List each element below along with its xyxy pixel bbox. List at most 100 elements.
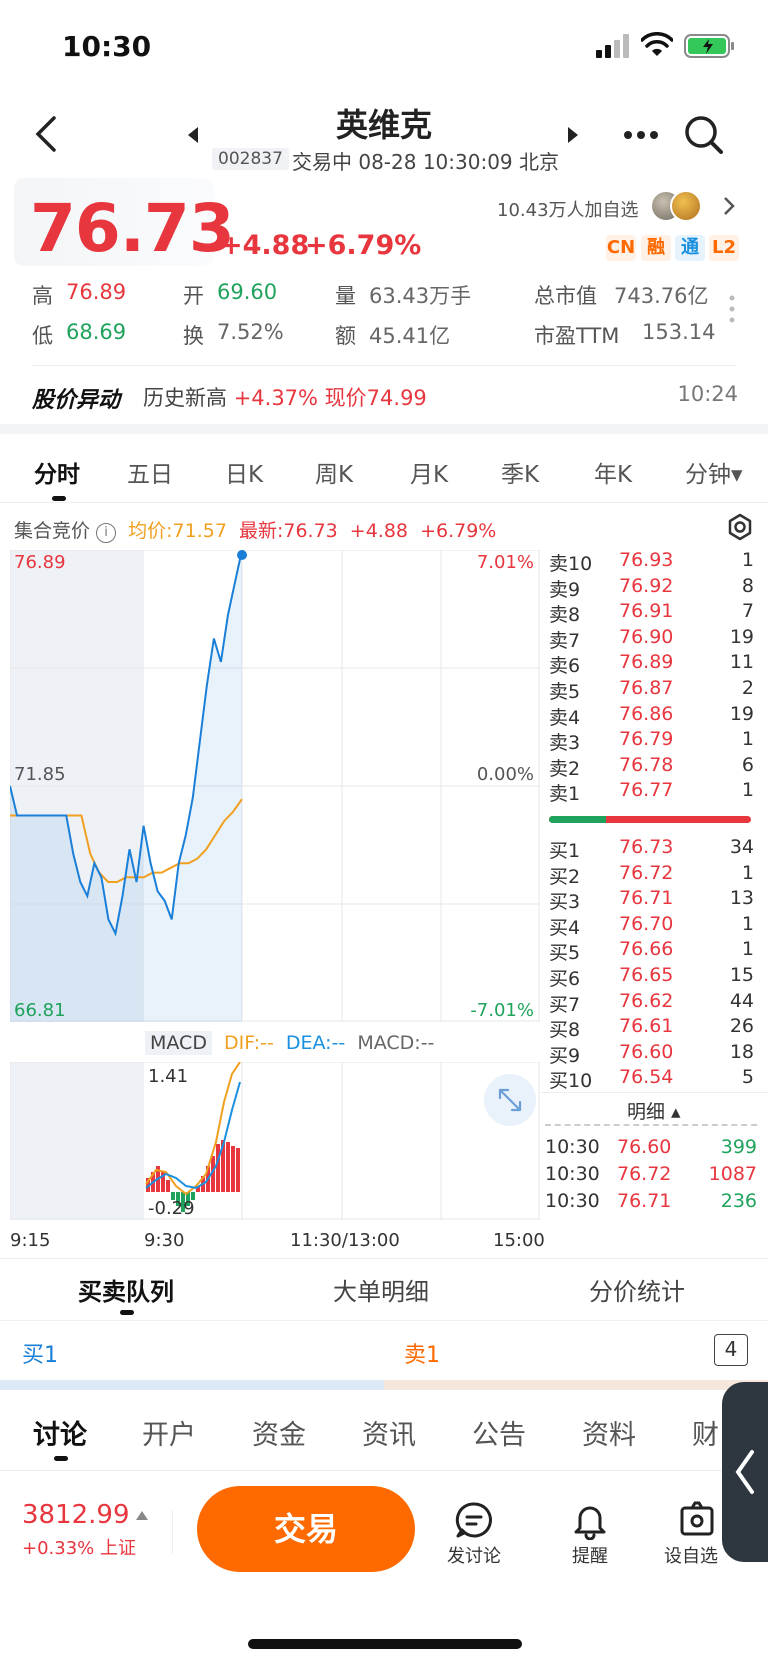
ob-volume: 2: [741, 677, 754, 699]
bid-row[interactable]: 买2 76.72 1: [549, 862, 754, 888]
tab-intraday[interactable]: 分时: [34, 455, 80, 489]
chevron-right-icon[interactable]: [722, 196, 736, 216]
settings-icon[interactable]: [726, 513, 754, 541]
tab-news[interactable]: 资讯: [362, 1413, 416, 1452]
detail-toggle[interactable]: 明细 ▴: [627, 1097, 681, 1124]
ob-price: 76.90: [619, 625, 674, 648]
tab-monthly-k[interactable]: 月K: [410, 455, 448, 489]
tab-announcements[interactable]: 公告: [472, 1413, 526, 1452]
ask-row[interactable]: 卖6 76.89 11: [549, 651, 754, 677]
tab-minute[interactable]: 分钟▾: [685, 455, 743, 489]
chevron-left-icon: [735, 1450, 754, 1494]
tab-5day[interactable]: 五日: [127, 455, 173, 489]
ob-label: 卖5: [549, 681, 581, 703]
alert-highlight: +4.37% 现价74.99: [233, 386, 427, 410]
ask-row[interactable]: 卖3 76.79 1: [549, 728, 754, 754]
bid-row[interactable]: 买7 76.62 44: [549, 990, 754, 1016]
stat-turnover-label: 换: [183, 324, 204, 348]
ask-row[interactable]: 卖5 76.87 2: [549, 677, 754, 703]
side-drawer-handle[interactable]: [722, 1382, 768, 1562]
bid-row[interactable]: 买10 76.54 5: [549, 1066, 754, 1092]
bid-row[interactable]: 买5 76.66 1: [549, 938, 754, 964]
ob-price: 76.73: [619, 836, 674, 858]
chat-icon: [455, 1502, 492, 1538]
info-icon[interactable]: i: [96, 523, 117, 543]
queue-buy-label[interactable]: 买1: [22, 1337, 58, 1369]
stat-mktcap-label: 总市值: [534, 284, 597, 308]
index-widget[interactable]: 3812.99 +0.33% 上证: [22, 1500, 162, 1564]
tab-funds[interactable]: 资金: [252, 1413, 306, 1452]
macd-chart[interactable]: 1.41 -0.29: [10, 1062, 540, 1220]
expand-button[interactable]: [484, 1074, 536, 1126]
ask-row[interactable]: 卖1 76.77 1: [549, 779, 754, 805]
tab-open-account[interactable]: 开户: [142, 1413, 196, 1452]
expand-icon: [498, 1088, 522, 1112]
watch-count[interactable]: 10.43万人加自选: [497, 196, 639, 222]
ob-volume: 1: [741, 938, 754, 961]
alert-banner[interactable]: 历史新高 +4.37% 现价74.99: [143, 382, 427, 412]
ob-volume: 7: [741, 600, 754, 623]
buy-ratio-fill: [549, 816, 606, 823]
macd-dif: DIF:--: [224, 1032, 274, 1054]
bid-row[interactable]: 买9 76.60 18: [549, 1041, 754, 1067]
ob-divider: [541, 1092, 768, 1093]
ask-row[interactable]: 卖10 76.93 1: [549, 549, 754, 575]
ask-row[interactable]: 卖4 76.86 19: [549, 703, 754, 729]
ask-row[interactable]: 卖7 76.90 19: [549, 626, 754, 652]
add-watchlist-button[interactable]: 设自选: [664, 1500, 722, 1568]
macd-legend[interactable]: MACD DIF:-- DEA:-- MACD:--: [145, 1031, 434, 1055]
search-icon[interactable]: [683, 114, 725, 156]
pct-mid-label: 0.00%: [477, 764, 534, 785]
y-mid-label: 71.85: [14, 764, 66, 785]
bid-row[interactable]: 买4 76.70 1: [549, 913, 754, 939]
badge-margin[interactable]: 融: [641, 235, 671, 261]
x-tick-930: 9:30: [144, 1230, 185, 1251]
queue-count[interactable]: 4: [714, 1334, 748, 1366]
tab-indicator: [52, 496, 66, 501]
ob-label: 买1: [549, 840, 581, 862]
badge-connect[interactable]: 通: [675, 235, 705, 261]
tab-profile[interactable]: 资料: [582, 1413, 636, 1452]
bid-row[interactable]: 买3 76.71 13: [549, 887, 754, 913]
ob-price: 76.79: [619, 728, 674, 751]
queue-sell-label[interactable]: 卖1: [404, 1337, 440, 1369]
bid-row[interactable]: 买8 76.61 26: [549, 1015, 754, 1041]
bid-row[interactable]: 买1 76.73 34: [549, 836, 754, 862]
tick-time: 10:30: [545, 1163, 600, 1185]
ask-row[interactable]: 卖2 76.78 6: [549, 754, 754, 780]
intraday-chart[interactable]: 76.89 71.85 66.81 7.01% 0.00% -7.01%: [10, 550, 540, 1022]
next-stock-icon[interactable]: [566, 126, 580, 144]
ob-label: 买2: [549, 865, 581, 888]
tab-daily-k[interactable]: 日K: [225, 455, 263, 489]
price-change: +4.88: [220, 230, 310, 261]
tab-order-queue[interactable]: 买卖队列: [78, 1272, 174, 1307]
x-tick-915: 9:15: [10, 1230, 51, 1251]
alert-button[interactable]: 提醒: [550, 1500, 630, 1568]
trade-button[interactable]: 交易: [197, 1486, 415, 1572]
post-discussion-button[interactable]: 发讨论: [434, 1500, 514, 1568]
macd-bottom-label: -0.29: [148, 1198, 195, 1219]
tab-weekly-k[interactable]: 周K: [315, 455, 353, 489]
x-tick-midday: 11:30/13:00: [290, 1230, 400, 1251]
tab-financials[interactable]: 财: [692, 1413, 719, 1452]
auction-label[interactable]: 集合竞价: [14, 520, 90, 542]
tab-large-orders[interactable]: 大单明细: [333, 1272, 429, 1307]
ob-label: 卖10: [549, 553, 593, 575]
vertical-more-icon[interactable]: [728, 294, 736, 324]
badge-l2[interactable]: L2: [709, 235, 739, 261]
tick-time: 10:30: [545, 1136, 600, 1158]
badge-cn[interactable]: CN: [606, 235, 636, 261]
tab-discussion[interactable]: 讨论: [33, 1413, 87, 1452]
ask-row[interactable]: 卖8 76.91 7: [549, 600, 754, 626]
ask-row[interactable]: 卖9 76.92 8: [549, 575, 754, 601]
tab-quarterly-k[interactable]: 季K: [501, 455, 539, 489]
bid-row[interactable]: 买6 76.65 15: [549, 964, 754, 990]
tab-price-stats[interactable]: 分价统计: [589, 1272, 685, 1307]
x-tick-1500: 15:00: [493, 1230, 545, 1251]
more-icon[interactable]: [622, 128, 660, 142]
tab-yearly-k[interactable]: 年K: [594, 455, 632, 489]
pct-min-label: -7.01%: [470, 1000, 534, 1021]
follower-avatars[interactable]: [650, 190, 716, 222]
avatar: [670, 190, 702, 222]
ob-price: 76.72: [619, 861, 674, 884]
